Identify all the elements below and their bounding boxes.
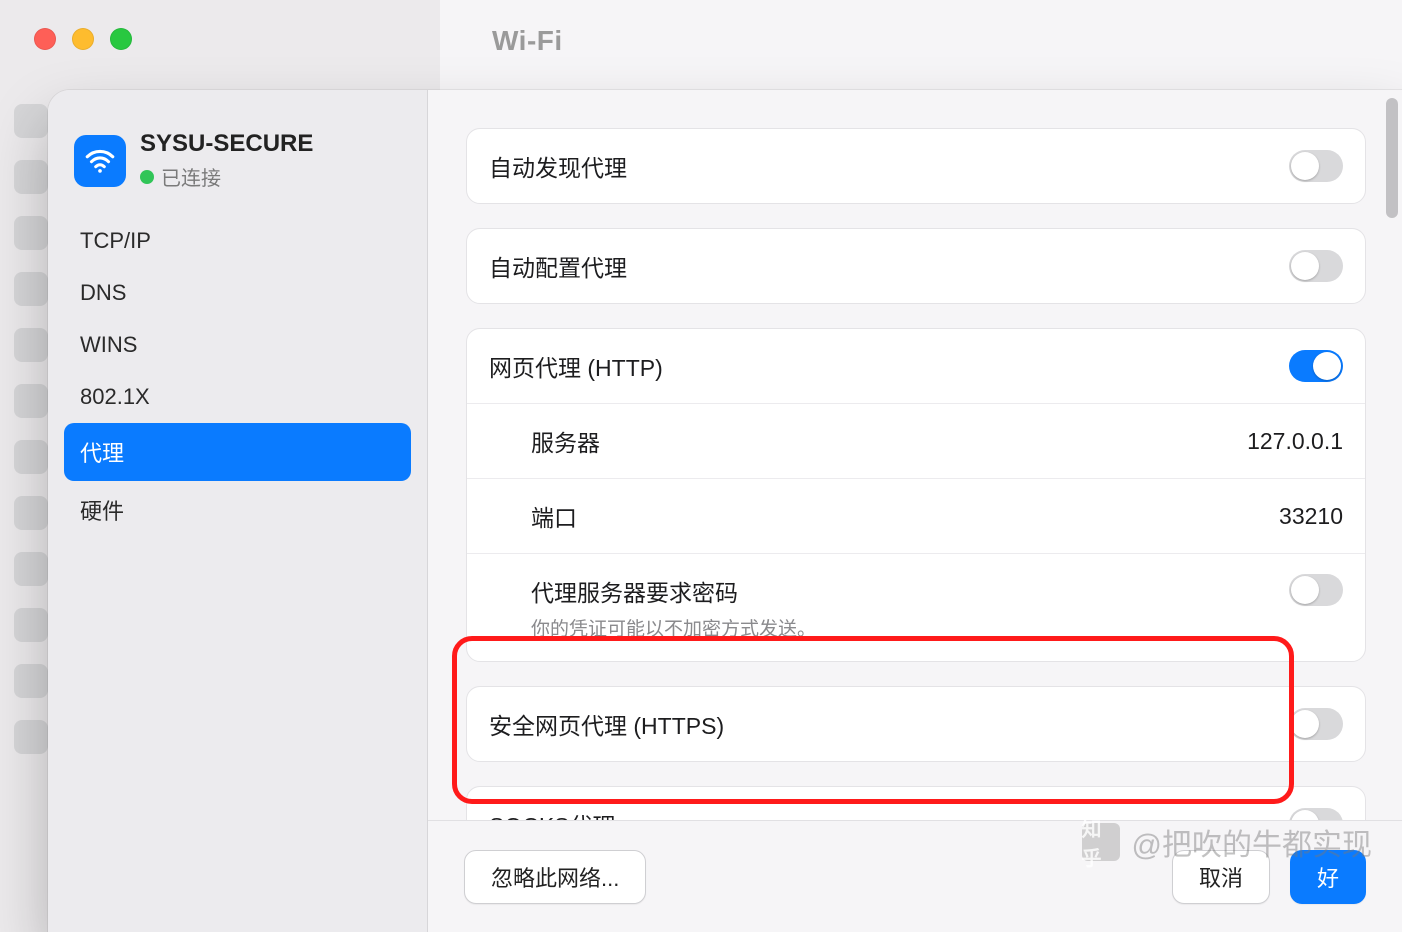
sidebar-tile bbox=[14, 664, 48, 698]
sidebar-item-dns[interactable]: DNS bbox=[64, 267, 411, 319]
sidebar-tile bbox=[14, 496, 48, 530]
sheet-main: 自动发现代理 自动配置代理 网页代理 (HTTP) 服务器 127.0.0.1 bbox=[428, 90, 1402, 932]
network-status-text: 已连接 bbox=[161, 162, 221, 191]
sidebar-tile bbox=[14, 440, 48, 474]
system-settings-sidebar-strip bbox=[0, 82, 52, 932]
row-http-auth: 代理服务器要求密码 你的凭证可能以不加密方式发送。 bbox=[467, 553, 1365, 661]
sidebar-tile bbox=[14, 216, 48, 250]
ok-button[interactable]: 好 bbox=[1290, 850, 1366, 904]
network-header: SYSU-SECURE 已连接 bbox=[64, 120, 411, 209]
http-auth-label: 代理服务器要求密码 bbox=[531, 574, 816, 608]
group-socks-proxy: SOCKS代理 bbox=[466, 786, 1366, 820]
sheet-tab-list: TCP/IP DNS WINS 802.1X 代理 硬件 bbox=[64, 215, 411, 539]
forget-network-button[interactable]: 忽略此网络... bbox=[464, 850, 646, 904]
row-http-server: 服务器 127.0.0.1 bbox=[467, 403, 1365, 478]
sidebar-tile bbox=[14, 608, 48, 642]
auto-discover-toggle[interactable] bbox=[1289, 150, 1343, 182]
socks-proxy-toggle[interactable] bbox=[1289, 808, 1343, 820]
sidebar-item-tcpip[interactable]: TCP/IP bbox=[64, 215, 411, 267]
sidebar-item-8021x[interactable]: 802.1X bbox=[64, 371, 411, 423]
sidebar-tile bbox=[14, 552, 48, 586]
group-http-proxy: 网页代理 (HTTP) 服务器 127.0.0.1 端口 33210 代理服务器… bbox=[466, 328, 1366, 662]
row-https-proxy: 安全网页代理 (HTTPS) bbox=[467, 687, 1365, 761]
row-http-proxy: 网页代理 (HTTP) bbox=[467, 329, 1365, 403]
sidebar-tile bbox=[14, 104, 48, 138]
http-port-value[interactable]: 33210 bbox=[1279, 503, 1343, 530]
sidebar-tile bbox=[14, 160, 48, 194]
group-auto-config: 自动配置代理 bbox=[466, 228, 1366, 304]
http-proxy-label: 网页代理 (HTTP) bbox=[489, 349, 663, 383]
sidebar-tile bbox=[14, 272, 48, 306]
close-window-button[interactable] bbox=[34, 28, 56, 50]
network-status: 已连接 bbox=[140, 162, 313, 191]
http-server-value[interactable]: 127.0.0.1 bbox=[1247, 428, 1343, 455]
footer-right: 取消 好 bbox=[1172, 850, 1366, 904]
sidebar-item-proxy[interactable]: 代理 bbox=[64, 423, 411, 481]
row-auto-discover: 自动发现代理 bbox=[467, 129, 1365, 203]
auto-config-toggle[interactable] bbox=[1289, 250, 1343, 282]
sheet-footer: 忽略此网络... 取消 好 bbox=[428, 820, 1402, 932]
vertical-scrollbar[interactable] bbox=[1386, 98, 1398, 218]
sidebar-item-hardware[interactable]: 硬件 bbox=[64, 481, 411, 539]
row-http-port: 端口 33210 bbox=[467, 478, 1365, 553]
sidebar-tile bbox=[14, 384, 48, 418]
zoom-window-button[interactable] bbox=[110, 28, 132, 50]
https-proxy-label: 安全网页代理 (HTTPS) bbox=[489, 707, 724, 741]
minimize-window-button[interactable] bbox=[72, 28, 94, 50]
status-dot-icon bbox=[140, 170, 154, 184]
http-proxy-toggle[interactable] bbox=[1289, 350, 1343, 382]
group-https-proxy: 安全网页代理 (HTTPS) bbox=[466, 686, 1366, 762]
network-info: SYSU-SECURE 已连接 bbox=[140, 130, 313, 191]
parent-title: Wi-Fi bbox=[492, 25, 563, 57]
sidebar-item-wins[interactable]: WINS bbox=[64, 319, 411, 371]
network-name: SYSU-SECURE bbox=[140, 130, 313, 158]
network-details-sheet: SYSU-SECURE 已连接 TCP/IP DNS WINS 802.1X 代… bbox=[48, 90, 1402, 932]
https-proxy-toggle[interactable] bbox=[1289, 708, 1343, 740]
wifi-icon bbox=[74, 135, 126, 187]
http-port-label: 端口 bbox=[531, 499, 577, 533]
row-auto-config: 自动配置代理 bbox=[467, 229, 1365, 303]
http-auth-toggle[interactable] bbox=[1289, 574, 1343, 606]
auto-discover-label: 自动发现代理 bbox=[489, 149, 627, 183]
http-auth-hint: 你的凭证可能以不加密方式发送。 bbox=[531, 614, 816, 641]
sidebar-tile bbox=[14, 720, 48, 754]
socks-proxy-label: SOCKS代理 bbox=[489, 807, 616, 820]
window-controls bbox=[34, 28, 132, 50]
row-socks-proxy: SOCKS代理 bbox=[467, 787, 1365, 820]
proxy-settings-scroll: 自动发现代理 自动配置代理 网页代理 (HTTP) 服务器 127.0.0.1 bbox=[428, 90, 1384, 820]
sheet-sidebar: SYSU-SECURE 已连接 TCP/IP DNS WINS 802.1X 代… bbox=[48, 90, 428, 932]
sidebar-tile bbox=[14, 328, 48, 362]
http-server-label: 服务器 bbox=[531, 424, 600, 458]
auto-config-label: 自动配置代理 bbox=[489, 249, 627, 283]
group-auto-discover: 自动发现代理 bbox=[466, 128, 1366, 204]
parent-titlebar: Wi-Fi bbox=[0, 0, 1402, 82]
cancel-button[interactable]: 取消 bbox=[1172, 850, 1270, 904]
http-auth-texts: 代理服务器要求密码 你的凭证可能以不加密方式发送。 bbox=[531, 574, 816, 641]
